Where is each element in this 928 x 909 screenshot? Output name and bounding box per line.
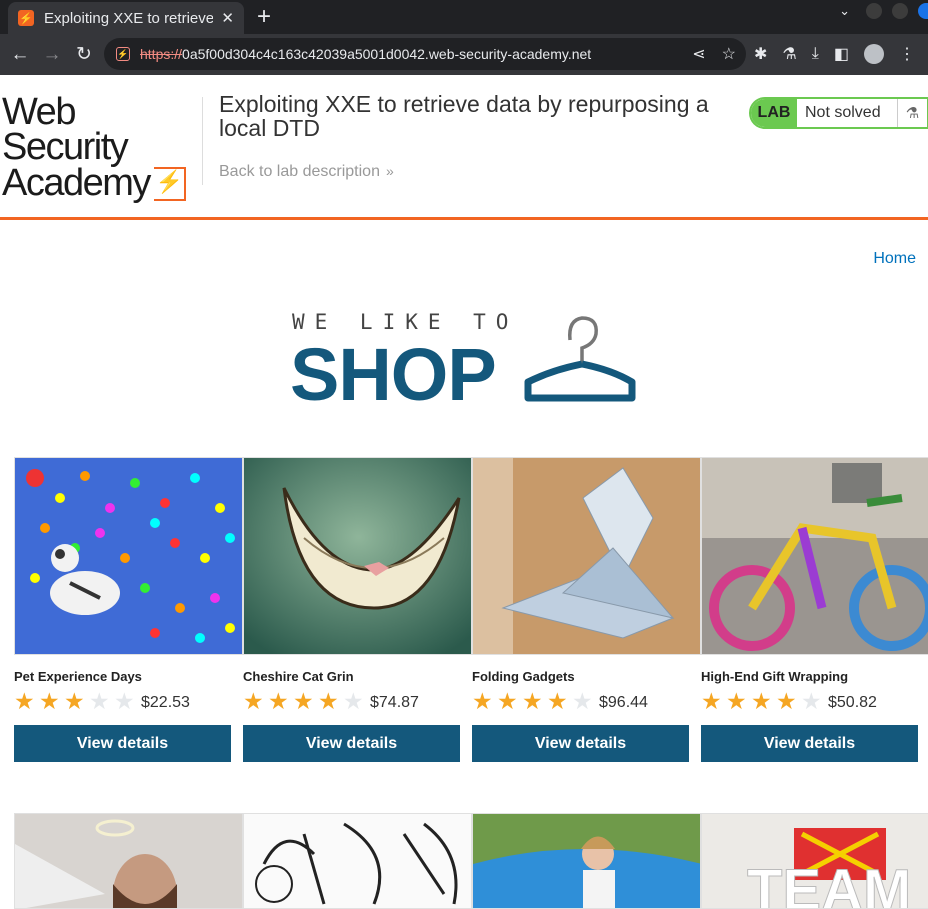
- forward-arrow-icon[interactable]: →: [36, 44, 68, 66]
- lab-flask-icon[interactable]: ⚗: [782, 44, 796, 64]
- star-rating: ★ ★ ★ ★ ★: [472, 690, 597, 713]
- academy-header: Web Security Academy Exploiting XXE to r…: [0, 75, 928, 220]
- star-icon: ★: [268, 688, 289, 714]
- hero-shop-word: SHOP: [290, 333, 497, 416]
- lab-status: Not solved: [805, 104, 881, 121]
- product-image-pet-experience-days[interactable]: [14, 457, 243, 655]
- product-image-cheshire-cat-grin[interactable]: [243, 457, 472, 655]
- view-details-button[interactable]: View details: [472, 725, 689, 762]
- view-details-button[interactable]: View details: [14, 725, 231, 762]
- minimize-button[interactable]: [866, 3, 882, 19]
- product-card: Cheshire Cat Grin ★ ★ ★ ★ ★ $74.87 View deta…: [243, 457, 472, 762]
- product-price: $22.53: [141, 694, 190, 711]
- product-image[interactable]: [472, 813, 701, 909]
- star-icon: ★: [751, 688, 772, 714]
- lab-title: Exploiting XXE to retrieve data by repur…: [219, 91, 709, 142]
- not-secure-icon[interactable]: ⚡: [116, 47, 130, 61]
- product-name: High-End Gift Wrapping: [701, 669, 849, 684]
- star-icon: ★: [318, 688, 339, 714]
- star-icon: ★: [472, 688, 493, 714]
- product-image-high-end-gift-wrapping[interactable]: [701, 457, 928, 655]
- hero-tagline: WE LIKE TO: [292, 310, 519, 334]
- product-image[interactable]: TEAM: [701, 813, 928, 909]
- star-icon: ★: [343, 688, 364, 714]
- product-price: $74.87: [370, 694, 419, 711]
- reload-icon[interactable]: ↻: [68, 43, 100, 66]
- product-price: $96.44: [599, 694, 648, 711]
- browser-tab[interactable]: ⚡ Exploiting XXE to retrieve data by rep…: [8, 2, 244, 34]
- star-icon: ★: [497, 688, 518, 714]
- star-icon: ★: [14, 688, 35, 714]
- menu-kebab-icon[interactable]: ⋮: [899, 44, 915, 64]
- view-details-button[interactable]: View details: [701, 725, 918, 762]
- star-icon: ★: [243, 688, 264, 714]
- product-card: Pet Experience Days ★ ★ ★ ★ ★ $22.53 View de…: [14, 457, 243, 762]
- svg-text:TEAM: TEAM: [747, 858, 911, 909]
- maximize-button[interactable]: [892, 3, 908, 19]
- product-name: Folding Gadgets: [472, 669, 575, 684]
- close-tab-icon[interactable]: ✕: [221, 9, 234, 27]
- logo-bolt-icon: [153, 166, 186, 201]
- star-icon: ★: [293, 688, 314, 714]
- star-icon: ★: [64, 688, 85, 714]
- star-icon: ★: [726, 688, 747, 714]
- download-icon[interactable]: ⤓: [812, 45, 819, 63]
- product-name: Cheshire Cat Grin: [243, 669, 354, 684]
- academy-favicon-icon: ⚡: [18, 10, 34, 26]
- product-image[interactable]: [243, 813, 472, 909]
- we-like-to-shop-banner: WE LIKE TO SHOP: [290, 310, 650, 416]
- star-icon: ★: [114, 688, 135, 714]
- product-image-folding-gadgets[interactable]: [472, 457, 701, 655]
- header-divider: [202, 97, 203, 185]
- home-link[interactable]: Home: [873, 250, 916, 268]
- back-to-lab-description-link[interactable]: Back to lab description»: [219, 163, 394, 181]
- product-price: $50.82: [828, 694, 877, 711]
- new-tab-icon[interactable]: +: [257, 3, 271, 31]
- hanger-icon: [524, 316, 636, 402]
- extensions-puzzle-icon[interactable]: ✱: [754, 44, 767, 64]
- lab-status-badge: LAB Not solved ⚗: [749, 97, 928, 129]
- product-card: [472, 813, 701, 909]
- star-icon: ★: [522, 688, 543, 714]
- product-card: High-End Gift Wrapping ★ ★ ★ ★ ★ $50.82 View…: [701, 457, 928, 762]
- product-card: [14, 813, 243, 909]
- star-icon: ★: [89, 688, 110, 714]
- star-rating: ★ ★ ★ ★ ★: [243, 690, 368, 713]
- star-rating: ★ ★ ★ ★ ★: [701, 690, 826, 713]
- share-icon[interactable]: ⋖: [692, 44, 705, 64]
- lab-label: LAB: [751, 99, 797, 127]
- tab-title: Exploiting XXE to retrieve data by repur…: [44, 9, 214, 27]
- close-window-button[interactable]: [918, 3, 928, 19]
- star-icon: ★: [572, 688, 593, 714]
- star-rating: ★ ★ ★ ★ ★: [14, 690, 139, 713]
- url-text: https://0a5f00d304c4c163c42039a5001d0042…: [140, 46, 592, 62]
- product-image[interactable]: [14, 813, 243, 909]
- bookmark-star-icon[interactable]: ☆: [722, 44, 736, 64]
- product-card: Folding Gadgets ★ ★ ★ ★ ★ $96.44 View detail…: [472, 457, 701, 762]
- browser-toolbar: ← → ↻ ⚡ https://0a5f00d304c4c163c42039a5…: [0, 34, 928, 75]
- star-icon: ★: [547, 688, 568, 714]
- browser-tabbar: ⚡ Exploiting XXE to retrieve data by rep…: [0, 0, 928, 34]
- star-icon: ★: [776, 688, 797, 714]
- back-arrow-icon[interactable]: ←: [4, 44, 36, 66]
- flask-icon: ⚗: [897, 99, 927, 127]
- product-card: TEAM: [701, 813, 928, 909]
- product-name: Pet Experience Days: [14, 669, 142, 684]
- tab-search-chevron-icon[interactable]: ⌄: [839, 3, 850, 19]
- profile-avatar[interactable]: [863, 44, 884, 64]
- address-bar[interactable]: ⚡ https://0a5f00d304c4c163c42039a5001d00…: [104, 38, 746, 70]
- double-chevron-right-icon: »: [385, 163, 394, 179]
- star-icon: ★: [701, 688, 722, 714]
- side-panel-icon[interactable]: ◧: [834, 44, 849, 64]
- web-security-academy-logo[interactable]: Web Security Academy: [2, 93, 198, 202]
- star-icon: ★: [39, 688, 60, 714]
- view-details-button[interactable]: View details: [243, 725, 460, 762]
- star-icon: ★: [801, 688, 822, 714]
- product-card: [243, 813, 472, 909]
